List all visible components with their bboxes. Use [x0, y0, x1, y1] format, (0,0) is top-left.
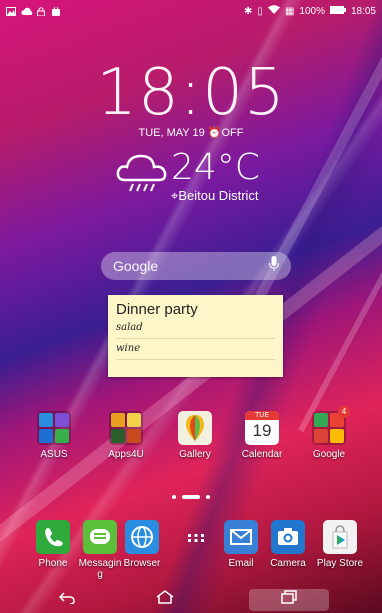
dock-browser[interactable]: Browser	[112, 520, 172, 569]
lock-icon	[36, 6, 46, 16]
app-label: Play Store	[316, 558, 364, 569]
recent-apps-button[interactable]	[249, 588, 329, 611]
play-store-icon	[323, 520, 357, 554]
home-icon	[156, 590, 174, 609]
app-calendar[interactable]: TUE 19 Calendar	[232, 411, 292, 460]
app-label: Browser	[123, 558, 161, 569]
weather-widget[interactable]: 24°C ⌖Beitou District	[115, 150, 260, 204]
navigation-bar	[0, 586, 382, 613]
app-label: Camera	[270, 558, 306, 569]
gallery-icon	[178, 411, 212, 445]
asus-folder-icon	[37, 411, 71, 445]
calendar-date: 19	[252, 421, 272, 440]
clock-widget-time[interactable]: 18:05	[0, 58, 382, 128]
home-button[interactable]	[151, 590, 179, 610]
recent-apps-icon	[281, 590, 297, 609]
page-dot-active	[182, 495, 200, 499]
note-widget[interactable]: Dinner party salad wine	[108, 295, 283, 377]
note-line: salad	[116, 318, 275, 339]
battery-percent: 100%	[299, 5, 325, 17]
photo-notification-icon	[6, 6, 16, 16]
page-dot	[206, 495, 210, 499]
app-folder-google[interactable]: 4 Google	[299, 406, 359, 460]
date-label: TUE, MAY 19	[138, 127, 205, 139]
location-row: ⌖Beitou District	[171, 188, 260, 204]
app-gallery[interactable]: Gallery	[165, 411, 225, 460]
phone-icon	[36, 520, 70, 554]
app-folder-asus[interactable]: ASUS	[24, 411, 84, 460]
battery-icon	[329, 5, 346, 17]
camera-icon	[271, 520, 305, 554]
android-icon	[51, 6, 61, 16]
page-indicator	[172, 495, 210, 499]
temperature: 24°C	[171, 147, 260, 188]
clock-widget-date[interactable]: TUE, MAY 19 ⏰OFF	[0, 126, 382, 139]
app-label: Gallery	[179, 449, 211, 460]
location: Beitou District	[178, 188, 259, 203]
google-folder-icon: 4	[312, 406, 350, 445]
back-icon	[58, 591, 75, 609]
app-drawer-icon	[179, 520, 213, 554]
note-line: wine	[116, 339, 275, 360]
calendar-icon: TUE 19	[245, 411, 279, 445]
dock-play-store[interactable]: Play Store	[310, 520, 370, 569]
bluetooth-icon: ✱	[244, 5, 253, 17]
page-dot	[172, 495, 176, 499]
calendar-day: TUE	[245, 411, 279, 420]
app-label: Google	[312, 449, 346, 460]
app-label: Calendar	[241, 449, 283, 460]
alarm-status: OFF	[221, 127, 244, 139]
wifi-icon	[267, 5, 280, 17]
browser-globe-icon	[125, 520, 159, 554]
apps4u-folder-icon	[109, 411, 143, 445]
vibrate-icon: ▯	[257, 5, 263, 17]
alarm-icon: ⏰	[207, 127, 222, 139]
dock-camera[interactable]: Camera	[258, 520, 318, 569]
search-label: Google	[113, 258, 159, 274]
notification-badge: 4	[338, 406, 350, 418]
cloud-upload-icon	[21, 7, 33, 16]
app-folder-apps4u[interactable]: Apps4U	[96, 411, 156, 460]
cloud-rain-icon	[115, 150, 171, 199]
status-time: 18:05	[350, 5, 376, 17]
mic-icon[interactable]	[269, 255, 279, 277]
note-title: Dinner party	[116, 301, 198, 318]
app-label: ASUS	[40, 449, 68, 460]
back-button[interactable]	[53, 590, 81, 610]
status-bar: ✱ ▯ ▦ 100% 18:05	[0, 0, 382, 22]
email-icon	[224, 520, 258, 554]
no-sim-icon: ▦	[284, 5, 295, 17]
google-search-bar[interactable]: Google	[101, 252, 291, 280]
app-label: Apps4U	[108, 449, 144, 460]
